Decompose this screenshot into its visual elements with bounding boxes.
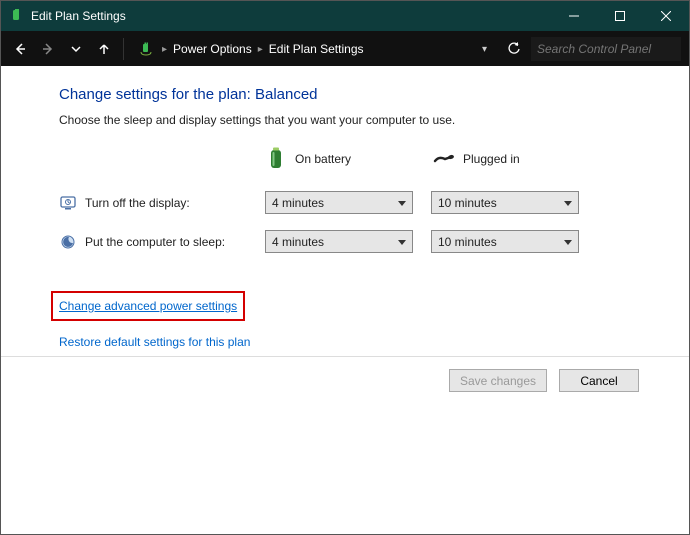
recent-locations-button[interactable] (65, 38, 87, 60)
minimize-button[interactable] (551, 1, 597, 31)
close-button[interactable] (643, 1, 689, 31)
content: Change settings for the plan: Balanced C… (1, 66, 689, 349)
column-headers: On battery Plugged in (265, 145, 689, 173)
breadcrumb-item-edit-plan[interactable]: Edit Plan Settings (269, 42, 364, 56)
battery-icon (265, 148, 287, 170)
highlight-box: Change advanced power settings (51, 291, 245, 321)
page-area: Change settings for the plan: Balanced C… (1, 66, 689, 534)
chevron-right-icon: ▸ (160, 44, 169, 55)
separator (123, 38, 124, 60)
forward-button[interactable] (37, 38, 59, 60)
display-icon (59, 194, 77, 212)
navbar: ▸ Power Options ▸ Edit Plan Settings ▾ (1, 31, 689, 67)
row-sleep: Put the computer to sleep: 4 minutes 10 … (59, 230, 689, 253)
plugged-in-column: Plugged in (433, 148, 583, 170)
search-input[interactable] (537, 42, 690, 56)
display-label: Turn off the display: (85, 196, 265, 210)
restore-defaults-link[interactable]: Restore default settings for this plan (59, 335, 689, 349)
display-plugged-select[interactable]: 10 minutes (431, 191, 579, 214)
display-battery-select[interactable]: 4 minutes (265, 191, 413, 214)
plugged-in-label: Plugged in (463, 152, 520, 166)
window-title: Edit Plan Settings (31, 9, 551, 23)
chevron-down-icon[interactable]: ▾ (482, 44, 491, 55)
sleep-icon (59, 233, 77, 251)
maximize-button[interactable] (597, 1, 643, 31)
app-icon (9, 8, 25, 24)
on-battery-label: On battery (295, 152, 351, 166)
footer: Save changes Cancel (1, 356, 689, 392)
breadcrumb-item-power-options[interactable]: Power Options (173, 42, 252, 56)
control-panel-icon (138, 41, 154, 57)
refresh-button[interactable] (503, 38, 525, 60)
search-box[interactable] (531, 37, 681, 61)
save-button: Save changes (449, 369, 547, 392)
window-controls (551, 1, 689, 31)
back-button[interactable] (9, 38, 31, 60)
breadcrumb[interactable]: ▸ Power Options ▸ Edit Plan Settings ▾ (132, 37, 497, 61)
plug-icon (433, 148, 455, 170)
titlebar: Edit Plan Settings (1, 1, 689, 31)
page-subtext: Choose the sleep and display settings th… (59, 113, 689, 127)
heading-prefix: Change settings for the plan: (59, 86, 255, 103)
links: Change advanced power settings Restore d… (59, 291, 689, 349)
chevron-right-icon: ▸ (256, 44, 265, 55)
row-turn-off-display: Turn off the display: 4 minutes 10 minut… (59, 191, 689, 214)
page-title: Change settings for the plan: Balanced (59, 86, 689, 103)
sleep-battery-select[interactable]: 4 minutes (265, 230, 413, 253)
on-battery-column: On battery (265, 148, 415, 170)
advanced-power-settings-link[interactable]: Change advanced power settings (59, 299, 237, 313)
sleep-label: Put the computer to sleep: (85, 235, 265, 249)
up-button[interactable] (93, 38, 115, 60)
sleep-plugged-select[interactable]: 10 minutes (431, 230, 579, 253)
heading-plan: Balanced (255, 86, 318, 103)
cancel-button[interactable]: Cancel (559, 369, 639, 392)
